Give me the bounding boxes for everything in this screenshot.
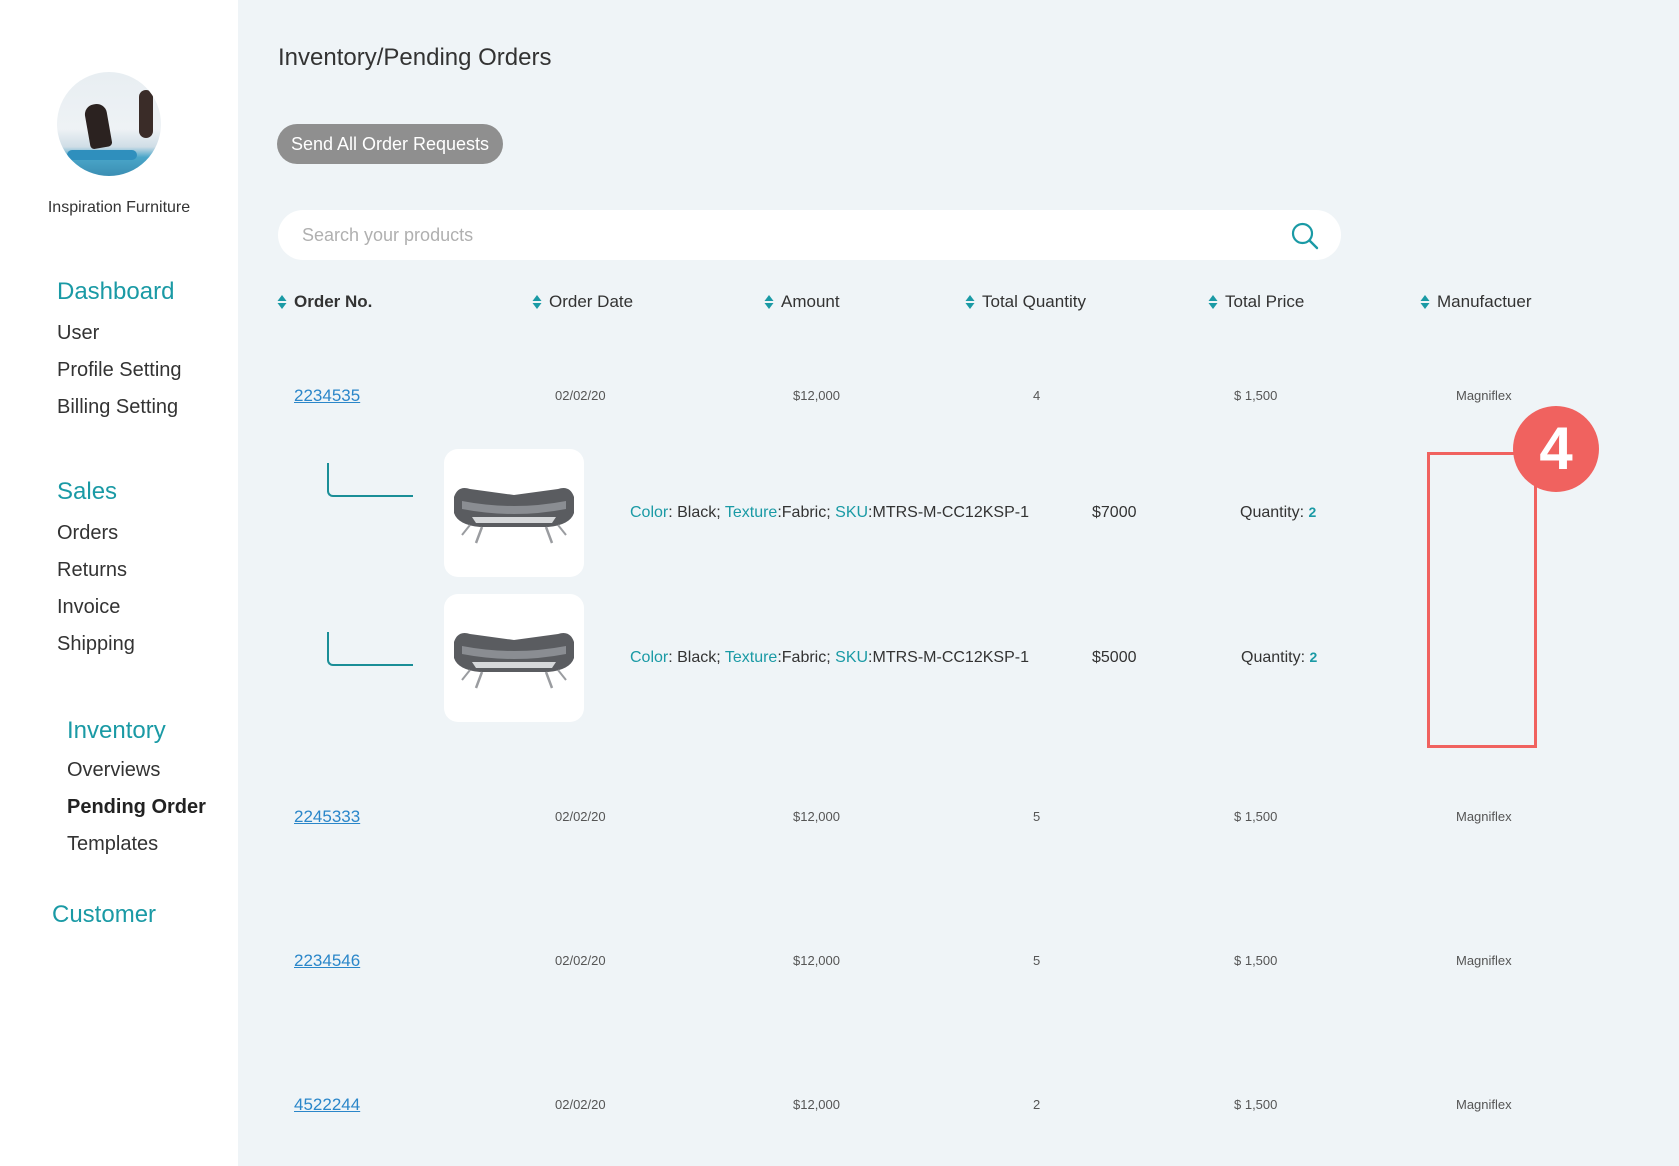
line-item-price: $7000 — [1092, 504, 1137, 521]
attr-key-sku: SKU — [835, 504, 869, 521]
sofa-image — [454, 633, 574, 689]
line-item-price: $5000 — [1092, 649, 1137, 666]
nav-item-templates[interactable]: Templates — [67, 833, 158, 856]
order-date: 02/02/20 — [555, 953, 606, 968]
nav-item-profile-setting[interactable]: Profile Setting — [57, 359, 182, 382]
sort-icon[interactable] — [764, 294, 774, 310]
total-price: $ 1,500 — [1234, 809, 1278, 824]
attr-key-color: Color — [630, 649, 669, 666]
line-item-quantity: Quantity: 2 — [1240, 504, 1316, 522]
sort-icon[interactable] — [532, 294, 542, 310]
order-number-link[interactable]: 2245333 — [294, 807, 360, 827]
manufacturer: Magniflex — [1456, 388, 1512, 403]
product-thumbnail[interactable] — [444, 594, 584, 722]
column-header-manufacturer[interactable]: Manufactuer — [1420, 292, 1532, 312]
nav-item-pending-order[interactable]: Pending Order — [67, 796, 206, 819]
nav-section-customer[interactable]: Customer — [52, 901, 156, 929]
column-header-amount[interactable]: Amount — [764, 292, 840, 312]
quantity-label: Quantity: — [1240, 504, 1305, 521]
attr-value-sku: MTRS-M-CC12KSP-1 — [872, 504, 1029, 521]
nav-section-sales[interactable]: Sales — [57, 478, 117, 506]
total-quantity: 5 — [1033, 953, 1041, 968]
page-title: Inventory/Pending Orders — [278, 44, 552, 71]
nav-item-invoice[interactable]: Invoice — [57, 596, 120, 619]
column-header-total-price[interactable]: Total Price — [1208, 292, 1304, 312]
order-number-link[interactable]: 4522244 — [294, 1095, 360, 1115]
nav-item-billing-setting[interactable]: Billing Setting — [57, 396, 178, 419]
order-number-link[interactable]: 2234535 — [294, 386, 360, 406]
nav-section-dashboard[interactable]: Dashboard — [57, 278, 174, 306]
sort-icon[interactable] — [1208, 294, 1218, 310]
order-amount: $12,000 — [793, 953, 840, 968]
attr-key-texture: Texture — [724, 649, 778, 666]
order-amount: $12,000 — [793, 388, 840, 403]
search-icon[interactable] — [1290, 221, 1320, 251]
product-attributes: Color: Black; Texture:Fabric; SKU:MTRS-M… — [630, 504, 1029, 521]
step-badge: 4 — [1513, 406, 1599, 492]
brand-name: Inspiration Furniture — [47, 199, 191, 216]
order-date: 02/02/20 — [555, 809, 606, 824]
column-header-label: Total Quantity — [982, 292, 1086, 311]
manufacturer: Magniflex — [1456, 953, 1512, 968]
nav-item-user[interactable]: User — [57, 322, 99, 345]
quantity-value: 2 — [1308, 504, 1317, 520]
product-attributes: Color: Black; Texture:Fabric; SKU:MTRS-M… — [630, 649, 1029, 666]
attr-value-color: Black; — [677, 504, 721, 521]
sidebar: Inspiration Furniture Dashboard User Pro… — [0, 0, 238, 1166]
column-header-order-date[interactable]: Order Date — [532, 292, 633, 312]
column-header-label: Amount — [781, 292, 840, 311]
total-price: $ 1,500 — [1234, 953, 1278, 968]
sofa-image — [454, 488, 574, 544]
order-amount: $12,000 — [793, 1097, 840, 1112]
attr-value-texture: Fabric; — [781, 649, 831, 666]
nav-item-overviews[interactable]: Overviews — [67, 759, 160, 782]
nav-item-shipping[interactable]: Shipping — [57, 633, 135, 656]
tree-connector — [327, 632, 413, 666]
attr-key-sku: SKU — [835, 649, 869, 666]
attr-value-sku: MTRS-M-CC12KSP-1 — [872, 649, 1029, 666]
order-date: 02/02/20 — [555, 388, 606, 403]
column-header-label: Order Date — [549, 292, 634, 311]
total-quantity: 4 — [1033, 388, 1041, 403]
quantity-label: Quantity: — [1241, 649, 1306, 666]
column-header-total-quantity[interactable]: Total Quantity — [965, 292, 1086, 312]
column-header-order-no[interactable]: Order No. — [277, 292, 372, 312]
column-header-label: Total Price — [1225, 292, 1305, 311]
nav-item-returns[interactable]: Returns — [57, 559, 127, 582]
tree-connector — [327, 463, 413, 497]
avatar[interactable] — [57, 72, 161, 176]
total-quantity: 2 — [1033, 1097, 1041, 1112]
column-header-label: Order No. — [294, 292, 373, 311]
search-input[interactable] — [302, 210, 1262, 260]
highlight-box — [1427, 452, 1537, 748]
column-header-label: Manufactuer — [1437, 292, 1532, 311]
total-quantity: 5 — [1033, 809, 1041, 824]
nav-item-orders[interactable]: Orders — [57, 522, 118, 545]
attr-key-color: Color — [630, 504, 669, 521]
total-price: $ 1,500 — [1234, 388, 1278, 403]
manufacturer: Magniflex — [1456, 809, 1512, 824]
sort-icon[interactable] — [965, 294, 975, 310]
attr-key-texture: Texture — [724, 504, 778, 521]
sort-icon[interactable] — [1420, 294, 1430, 310]
order-amount: $12,000 — [793, 809, 840, 824]
line-item-quantity: Quantity: 2 — [1241, 649, 1317, 667]
total-price: $ 1,500 — [1234, 1097, 1278, 1112]
search-bar — [278, 210, 1341, 260]
sort-icon[interactable] — [277, 294, 287, 310]
nav-section-inventory[interactable]: Inventory — [67, 717, 166, 745]
manufacturer: Magniflex — [1456, 1097, 1512, 1112]
attr-value-texture: Fabric; — [781, 504, 831, 521]
product-thumbnail[interactable] — [444, 449, 584, 577]
attr-value-color: Black; — [677, 649, 721, 666]
order-number-link[interactable]: 2234546 — [294, 951, 360, 971]
order-date: 02/02/20 — [555, 1097, 606, 1112]
send-all-order-requests-button[interactable]: Send All Order Requests — [277, 124, 503, 164]
quantity-value: 2 — [1309, 649, 1318, 665]
